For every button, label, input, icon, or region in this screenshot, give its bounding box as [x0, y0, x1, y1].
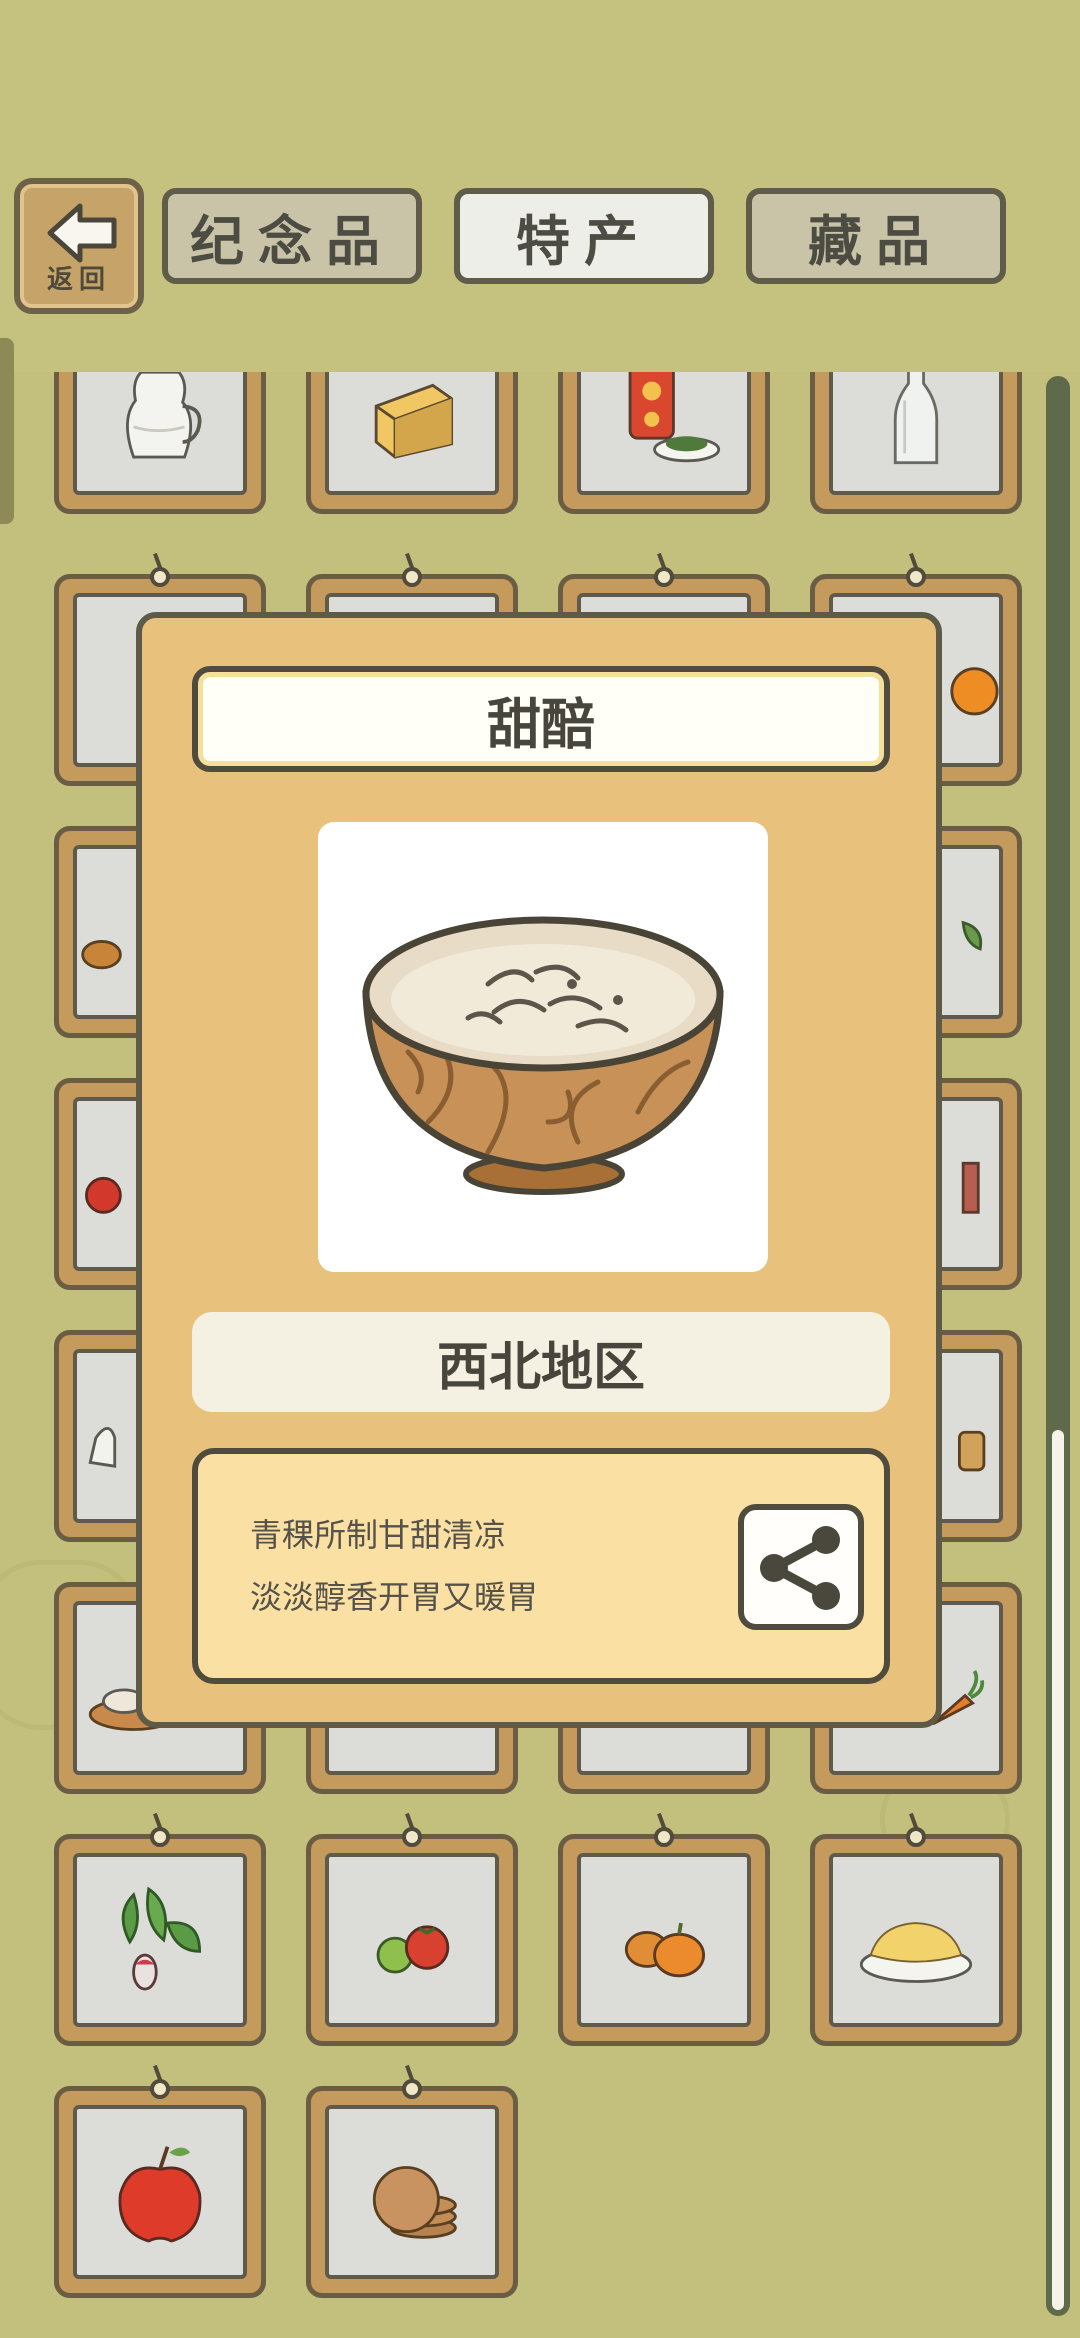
red-apple-icon	[118, 2146, 202, 2243]
description-line: 淡淡醇香开胃又暖胃	[250, 1578, 539, 1616]
scrollbar-thumb[interactable]	[1052, 1430, 1064, 2310]
share-icon	[760, 1526, 840, 1610]
milk-jug-icon	[126, 372, 202, 459]
item-description-box: 青稞所制甘甜清凉 淡淡醇香开胃又暖胃	[192, 1448, 890, 1684]
back-button[interactable]: 返回	[14, 178, 144, 314]
item-card[interactable]	[54, 2064, 266, 2298]
cheese-wedge-icon	[374, 383, 454, 459]
wooden-bowl-icon	[362, 916, 724, 1195]
header-area	[0, 0, 1080, 372]
tab-collections-label: 藏品	[808, 209, 944, 273]
item-title: 甜醅	[192, 666, 890, 772]
item-image	[318, 822, 768, 1272]
tab-collections[interactable]: 藏品	[746, 188, 1006, 284]
item-detail-dialog: 甜醅 西北地区 青稞所制甘甜清凉 淡淡醇香开胃又暖胃	[136, 612, 942, 1728]
share-button[interactable]	[738, 1504, 864, 1630]
item-card[interactable]	[306, 2064, 518, 2298]
tab-souvenirs[interactable]: 纪念品	[162, 188, 422, 284]
tab-souvenirs-label: 纪念品	[190, 209, 394, 273]
item-card[interactable]	[54, 372, 266, 514]
item-card[interactable]	[306, 372, 518, 514]
pumpkin-icon	[624, 1922, 706, 1978]
glass-bottle-icon	[893, 372, 939, 465]
back-label: 返回	[46, 265, 111, 295]
item-card[interactable]	[558, 1812, 770, 2046]
tea-can-icon	[628, 372, 721, 463]
pancake-stack-icon	[372, 2166, 457, 2239]
item-card[interactable]	[558, 372, 770, 514]
item-card[interactable]	[54, 1812, 266, 2046]
tab-specialties[interactable]: 特产	[454, 188, 714, 284]
item-card[interactable]	[306, 1812, 518, 2046]
tab-specialties-label: 特产	[516, 209, 652, 273]
radish-icon	[121, 1886, 202, 1991]
item-card[interactable]	[810, 372, 1022, 514]
origin-region: 西北地区	[192, 1312, 890, 1412]
noodle-plate-icon	[859, 1922, 973, 1983]
back-arrow-icon	[47, 203, 117, 263]
description-line: 青稞所制甘甜清凉	[250, 1516, 507, 1554]
item-card[interactable]	[810, 1812, 1022, 2046]
tomato-icon	[376, 1925, 450, 1974]
